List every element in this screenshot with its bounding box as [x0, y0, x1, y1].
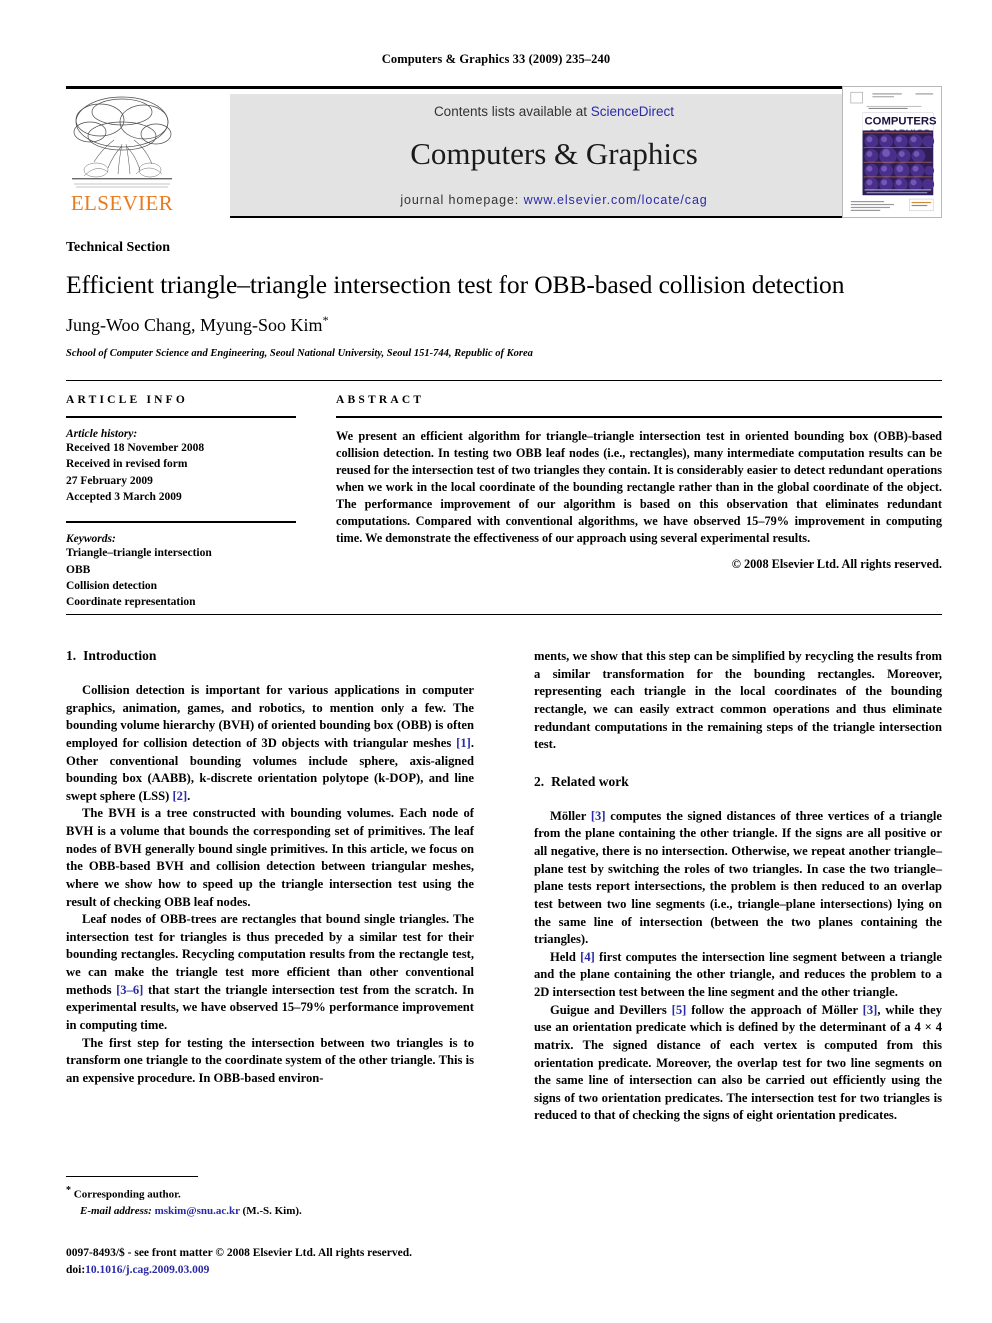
text-run: Held — [550, 949, 581, 964]
info-top-rule — [66, 380, 942, 381]
citation-link[interactable]: [5] — [672, 1003, 687, 1017]
email-label: E-mail address: — [80, 1204, 152, 1217]
doi-line: doi:10.1016/j.cag.2009.03.009 — [66, 1262, 536, 1279]
footer-block: 0097-8493/$ - see front matter © 2008 El… — [66, 1245, 536, 1278]
page-title: Efficient triangle–triangle intersection… — [66, 270, 845, 299]
doi-label: doi: — [66, 1263, 86, 1276]
article-info-heading: ARTICLE INFO — [66, 394, 189, 406]
citation-link[interactable]: [4] — [580, 950, 595, 964]
text-run: Guigue and Devillers — [550, 1002, 672, 1017]
history-line: Accepted 3 March 2009 — [66, 490, 182, 503]
text-run: , while they use an orientation predicat… — [534, 1002, 943, 1123]
sciencedirect-link[interactable]: ScienceDirect — [591, 104, 674, 119]
abstract-copyright: © 2008 Elsevier Ltd. All rights reserved… — [731, 556, 942, 571]
body-columns: 1. Introduction Collision detection is im… — [66, 648, 942, 1178]
keywords-label: Keywords: — [66, 533, 116, 546]
keyword-item: Coordinate representation — [66, 596, 196, 609]
title-block: Technical Section Efficient triangle–tri… — [66, 240, 942, 359]
affiliation: School of Computer Science and Engineeri… — [66, 348, 533, 360]
text-run: first computes the intersection line seg… — [534, 949, 942, 999]
footnote-block: * Corresponding author. E-mail address: … — [66, 1176, 474, 1220]
citation-link[interactable]: [1] — [456, 736, 471, 750]
keyword-item: Triangle–triangle intersection — [66, 547, 212, 560]
section-heading-introduction: 1. Introduction — [66, 648, 474, 664]
section-number: 1. — [66, 648, 77, 663]
email-note: E-mail address: mskim@snu.ac.kr (M.-S. K… — [66, 1204, 474, 1220]
contents-list-line: Contents lists available at ScienceDirec… — [230, 104, 878, 119]
cover-title-line1: COMPUTERS — [865, 116, 937, 128]
abstract-heading: ABSTRACT — [336, 394, 425, 406]
paper-page: Computers & Graphics 33 (2009) 235–240 E… — [0, 0, 992, 1323]
citation-link[interactable]: [3–6] — [116, 983, 143, 997]
info-bottom-rule — [66, 614, 942, 615]
journal-cover-thumbnail: COMPUTERS &GRAPHICS — [842, 86, 942, 218]
section-number: 2. — [534, 773, 545, 789]
paragraph-continuation: ments, we show that this step can be sim… — [534, 649, 942, 752]
corresponding-author-note: * Corresponding author. — [66, 1184, 474, 1204]
paragraph: The BVH is a tree constructed with bound… — [66, 806, 474, 909]
paragraph: Möller [3] computes the signed distances… — [534, 808, 942, 949]
section-kicker: Technical Section — [66, 240, 171, 255]
footnote-rule — [66, 1176, 198, 1177]
footnote-text: Corresponding author. — [71, 1188, 181, 1201]
paragraph: Collision detection is important for var… — [66, 682, 474, 805]
section-heading-related-work: 2. Related work — [534, 774, 942, 790]
cover-artwork: COMPUTERS &GRAPHICS — [843, 87, 941, 217]
elsevier-logo: ELSEVIER — [68, 92, 176, 218]
journal-homepage-link[interactable]: www.elsevier.com/locate/cag — [524, 193, 708, 207]
masthead-top-rule — [66, 86, 878, 89]
doi-link[interactable]: 10.1016/j.cag.2009.03.009 — [85, 1264, 209, 1276]
body-column-left: 1. Introduction Collision detection is im… — [66, 648, 474, 1178]
paragraph: Held [4] first computes the intersection… — [534, 949, 942, 1002]
journal-band: Contents lists available at ScienceDirec… — [230, 94, 878, 218]
author-names: Jung-Woo Chang, Myung-Soo Kim — [66, 315, 323, 336]
text-run: computes the signed distances of three v… — [534, 808, 942, 947]
elsevier-wordmark: ELSEVIER — [70, 191, 174, 215]
text-run: Collision detection is important for var… — [66, 683, 474, 750]
text-run: Möller — [550, 808, 591, 823]
article-info-rule — [66, 416, 296, 418]
keyword-item: Collision detection — [66, 579, 158, 592]
journal-title: Computers & Graphics — [410, 136, 698, 171]
article-history-label: Article history: — [66, 428, 138, 440]
section-title: Related work — [551, 773, 629, 789]
email-link[interactable]: mskim@snu.ac.kr — [155, 1205, 240, 1217]
issn-copyright-line: 0097-8493/$ - see front matter © 2008 El… — [66, 1247, 412, 1259]
article-info-block: ARTICLE INFO Article history: Received 1… — [66, 394, 296, 611]
corresponding-author-marker: * — [322, 313, 329, 328]
body-column-right: ments, we show that this step can be sim… — [534, 648, 942, 1178]
keyword-item: OBB — [66, 563, 91, 576]
abstract-block: ABSTRACT We present an efficient algorit… — [336, 394, 942, 572]
history-line: Received in revised form — [66, 458, 188, 471]
paragraph: The first step for testing the intersect… — [66, 1035, 474, 1085]
paragraph: Leaf nodes of OBB-trees are rectangles t… — [66, 911, 474, 1034]
sciencedirect-cover-mark — [909, 198, 934, 212]
citation-link[interactable]: [3] — [863, 1003, 878, 1017]
text-run: follow the approach of Möller — [686, 1002, 863, 1017]
email-owner: (M.-S. Kim). — [242, 1204, 302, 1217]
journal-homepage-line: journal homepage: www.elsevier.com/locat… — [230, 193, 878, 207]
contents-prefix: Contents lists available at — [433, 104, 591, 119]
abstract-rule — [336, 416, 942, 418]
elsevier-tree-icon — [70, 92, 174, 190]
section-title: Introduction — [83, 648, 157, 663]
paragraph: Guigue and Devillers [5] follow the appr… — [534, 1002, 942, 1125]
journal-masthead: ELSEVIER Contents lists available at Sci… — [66, 86, 942, 220]
text-run: . — [187, 788, 191, 803]
homepage-prefix: journal homepage: — [400, 193, 524, 207]
keywords-rule — [66, 521, 296, 524]
author-list: Jung-Woo Chang, Myung-Soo Kim* — [66, 313, 942, 336]
citation-link[interactable]: [2] — [172, 789, 187, 803]
running-head: Computers & Graphics 33 (2009) 235–240 — [381, 52, 611, 66]
history-line: 27 February 2009 — [66, 474, 153, 487]
citation-link[interactable]: [3] — [591, 809, 606, 823]
abstract-text: We present an efficient algorithm for tr… — [336, 429, 942, 545]
history-line: Received 18 November 2008 — [66, 442, 205, 454]
